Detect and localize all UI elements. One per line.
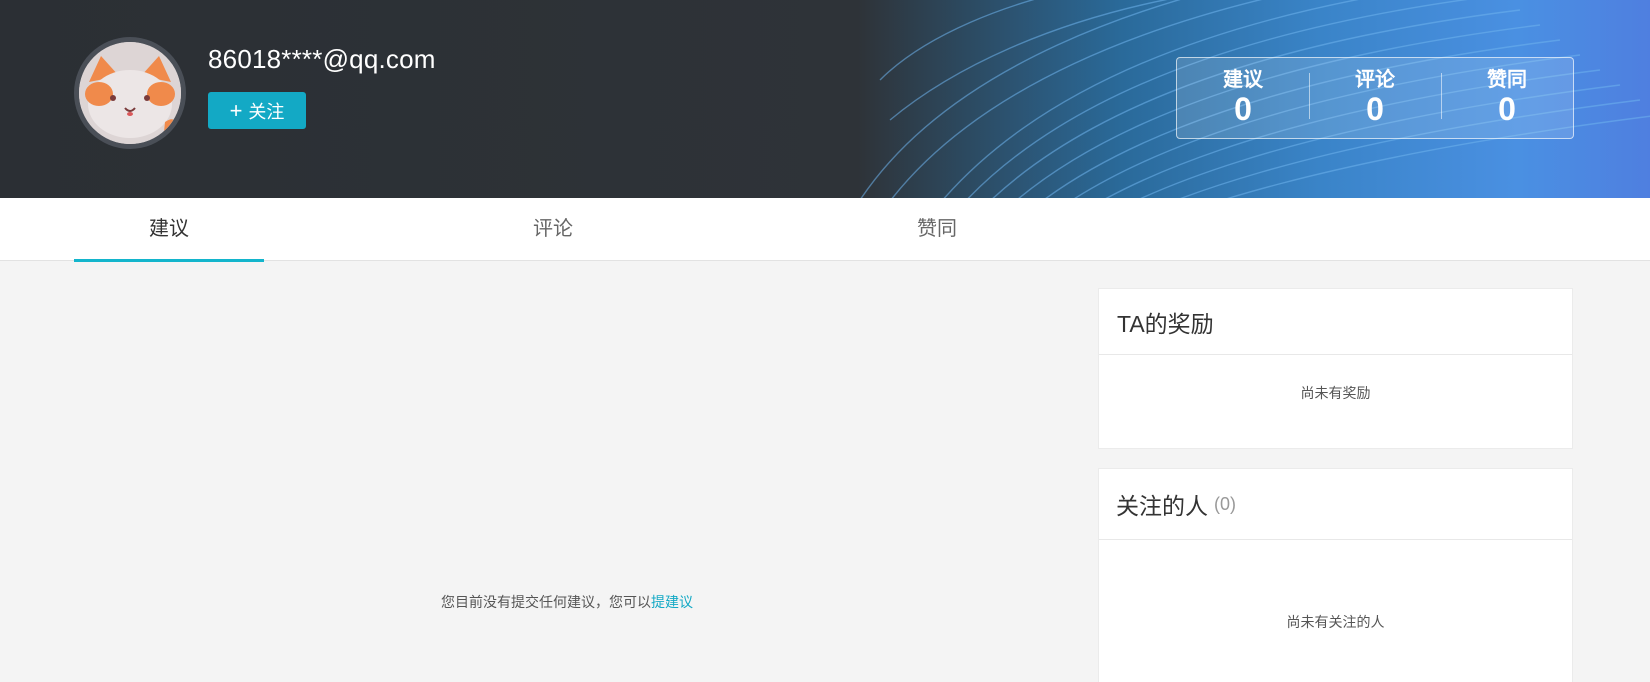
- following-count: (0): [1214, 493, 1236, 514]
- stat-label: 建议: [1223, 69, 1263, 91]
- following-card: 关注的人 (0) 尚未有关注的人: [1098, 468, 1573, 682]
- following-empty-text: 尚未有关注的人: [1286, 614, 1385, 630]
- submit-suggestion-link[interactable]: 提建议: [651, 594, 693, 610]
- rewards-card: TA的奖励 尚未有奖励: [1098, 288, 1573, 449]
- username: 86018****@qq.com: [208, 44, 436, 74]
- stat-likes[interactable]: 赞同 0: [1441, 69, 1573, 127]
- following-card-header: 关注的人 (0): [1099, 469, 1572, 540]
- follow-button-label: 关注: [248, 101, 285, 122]
- rewards-title: TA的奖励: [1117, 310, 1214, 337]
- avatar[interactable]: [74, 37, 186, 149]
- stat-value: 0: [1498, 91, 1516, 127]
- stat-label: 评论: [1355, 69, 1395, 91]
- empty-suggestions-message: 您目前没有提交任何建议，您可以提建议: [441, 592, 693, 612]
- rewards-empty-text: 尚未有奖励: [1300, 385, 1371, 401]
- tab-likes[interactable]: 赞同: [842, 198, 1032, 261]
- empty-message-text: 您目前没有提交任何建议，您可以: [441, 594, 651, 610]
- tab-comments[interactable]: 评论: [458, 198, 648, 261]
- stat-label: 赞同: [1487, 69, 1527, 91]
- tab-suggestions[interactable]: 建议: [74, 198, 264, 262]
- stat-suggestions[interactable]: 建议 0: [1177, 69, 1309, 127]
- stat-value: 0: [1366, 91, 1384, 127]
- tab-bar: 建议 评论 赞同: [0, 198, 1650, 262]
- follow-button[interactable]: + 关注: [208, 92, 306, 129]
- plus-icon: +: [229, 97, 243, 123]
- cat-avatar-image: [79, 42, 181, 144]
- stat-value: 0: [1234, 91, 1252, 127]
- stat-comments[interactable]: 评论 0: [1309, 69, 1441, 127]
- stats-panel: 建议 0 评论 0 赞同 0: [1176, 57, 1574, 139]
- following-title: 关注的人: [1116, 493, 1208, 519]
- rewards-card-header: TA的奖励: [1099, 289, 1572, 355]
